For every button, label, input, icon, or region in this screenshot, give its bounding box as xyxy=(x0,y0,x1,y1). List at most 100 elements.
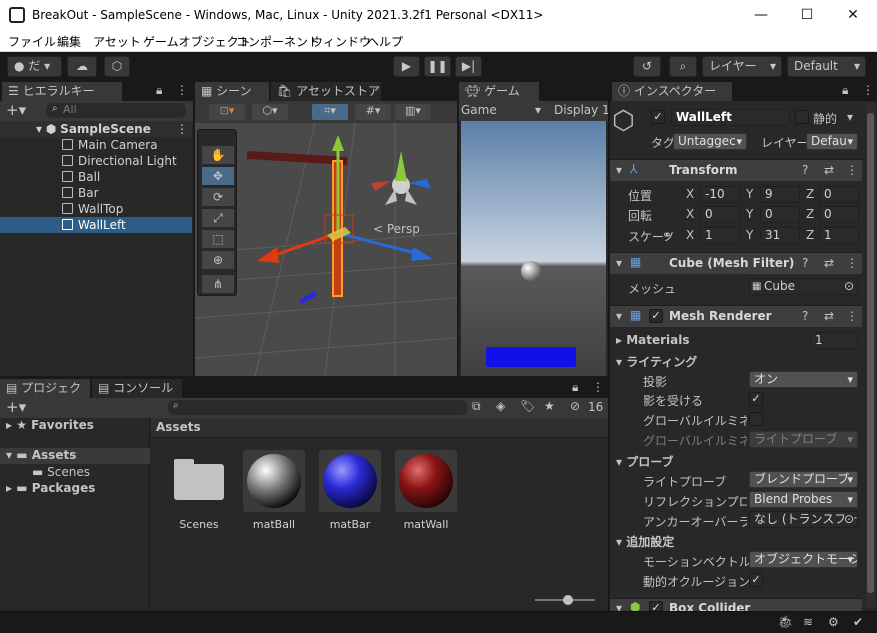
materials-count-field[interactable]: 1 xyxy=(810,332,858,349)
game-view-dropdown[interactable]: Game xyxy=(461,103,497,117)
tab-project[interactable]: ▤ プロジェクト xyxy=(0,379,90,413)
kebab-menu-icon[interactable]: ⋮ xyxy=(176,121,188,137)
chevron-down-icon[interactable]: ▾ xyxy=(847,110,853,124)
preset-icon[interactable]: ⇄ xyxy=(824,256,834,270)
help-icon[interactable]: ? xyxy=(802,309,808,323)
menu-help[interactable]: ヘルプ xyxy=(367,33,403,50)
tag-dropdown[interactable]: Untaggec xyxy=(673,133,747,150)
scale-x-field[interactable]: 1 xyxy=(700,227,740,244)
scale-z-field[interactable]: 1 xyxy=(819,227,859,244)
layout-dropdown[interactable]: Default ▾ xyxy=(787,56,866,77)
motion-vectors-dropdown[interactable]: オブジェクトモーショ xyxy=(749,551,858,568)
hand-tool-icon[interactable]: ✋ xyxy=(202,146,234,164)
render-mode-dropdown[interactable]: ⬡▾ xyxy=(252,104,288,120)
tab-asset-store[interactable]: 🛍︎ アセットストア xyxy=(271,82,381,101)
tree-packages[interactable]: ▸ ▬ Packages xyxy=(6,481,95,495)
box-collider-enabled-checkbox[interactable]: ✓ xyxy=(649,601,663,611)
maximize-button[interactable]: ☐ xyxy=(784,0,830,30)
menu-assets[interactable]: アセット xyxy=(93,33,141,50)
pause-button[interactable]: ❚❚ xyxy=(424,56,451,77)
tab-inspector[interactable]: ⓘ インスペクター xyxy=(612,82,732,101)
move-tool-icon[interactable]: ✥ xyxy=(202,167,234,185)
lighting-foldout[interactable]: ▾ ライティング xyxy=(616,353,697,370)
lock-icon[interactable]: 🔒︎ xyxy=(842,83,848,98)
rotation-z-field[interactable]: 0 xyxy=(819,206,859,223)
help-icon[interactable]: ? xyxy=(802,163,808,177)
probes-foldout[interactable]: ▾ プローブ xyxy=(616,453,673,470)
static-checkbox[interactable] xyxy=(795,110,809,124)
filter-by-type-icon[interactable]: ◈ xyxy=(496,399,505,413)
mesh-renderer-header[interactable]: ▾ ▦ ✓ Mesh Renderer ? ⇄ ⋮ xyxy=(610,305,862,327)
gi-checkbox[interactable] xyxy=(749,412,763,426)
transform-tool-icon[interactable]: ⊕ xyxy=(202,251,234,269)
link-icon[interactable]: ⚭ xyxy=(662,228,672,242)
asset-matbar[interactable]: matBar xyxy=(319,450,381,531)
menu-edit[interactable]: 編集 xyxy=(57,33,81,50)
cast-shadows-dropdown[interactable]: オン xyxy=(749,371,858,388)
gizmos-dropdown[interactable]: ▥▾ xyxy=(395,104,431,120)
cloud-icon[interactable]: ☁ xyxy=(67,56,97,77)
object-picker-icon[interactable]: ⊙ xyxy=(844,279,854,294)
additional-settings-foldout[interactable]: ▾ 追加設定 xyxy=(616,533,674,550)
tab-hierarchy[interactable]: ☰ ヒエラルキー xyxy=(2,82,122,101)
position-y-field[interactable]: 9 xyxy=(760,186,800,203)
tree-favorites[interactable]: ▸ ★ Favorites xyxy=(6,418,146,432)
hierarchy-item-walltop[interactable]: WallTop xyxy=(0,201,192,217)
inspector-scrollbar[interactable] xyxy=(866,103,875,608)
rotation-x-field[interactable]: 0 xyxy=(700,206,740,223)
menu-file[interactable]: ファイル xyxy=(8,33,56,50)
object-name-input[interactable]: WallLeft xyxy=(671,109,790,126)
help-icon[interactable]: ? xyxy=(802,256,808,270)
transform-header[interactable]: ▾ ⅄ Transform ? ⇄ ⋮ xyxy=(610,159,862,181)
display-dropdown[interactable]: Display 1 xyxy=(554,103,610,117)
search-icon[interactable]: ⌕ xyxy=(669,56,697,77)
add-icon[interactable]: +▾ xyxy=(6,101,26,119)
debug-icon[interactable]: ⚙ xyxy=(828,615,839,629)
play-button[interactable]: ▶ xyxy=(393,56,420,77)
layer-dropdown[interactable]: Defau xyxy=(806,133,858,150)
lock-icon[interactable]: 🔒︎ xyxy=(572,380,578,395)
position-z-field[interactable]: 0 xyxy=(819,186,859,203)
reflection-probes-dropdown[interactable]: Blend Probes xyxy=(749,491,858,508)
anchor-override-field[interactable]: なし (トランスフォー⊙ xyxy=(749,511,858,528)
tree-assets[interactable]: ▾ ▬ Assets xyxy=(0,448,150,464)
kebab-menu-icon[interactable]: ⋮ xyxy=(846,163,858,177)
custom-tool-icon[interactable]: ⋔ xyxy=(202,275,234,293)
rect-tool-icon[interactable]: ⬚ xyxy=(202,230,234,248)
tab-console[interactable]: ▤ コンソール xyxy=(92,379,182,398)
mesh-filter-header[interactable]: ▾ ▦ Cube (Mesh Filter) ? ⇄ ⋮ xyxy=(610,252,862,274)
zoom-slider[interactable] xyxy=(535,595,595,605)
collab-icon[interactable]: ⬡ xyxy=(104,56,130,77)
preset-icon[interactable]: ⇄ xyxy=(824,309,834,323)
asset-matwall[interactable]: matWall xyxy=(395,450,457,531)
account-dropdown[interactable]: ● だ ▾ xyxy=(7,56,62,77)
lock-icon[interactable]: 🔒︎ xyxy=(156,83,162,98)
kebab-menu-icon[interactable]: ⋮ xyxy=(846,309,858,323)
object-picker-icon[interactable]: ⊙ xyxy=(844,512,855,527)
menu-window[interactable]: ウィンドウ xyxy=(311,33,371,50)
kebab-menu-icon[interactable]: ⋮ xyxy=(592,380,604,394)
light-probes-dropdown[interactable]: ブレンドプローブ xyxy=(749,471,858,488)
bug-icon[interactable]: 🐞︎ xyxy=(778,615,793,629)
rotate-tool-icon[interactable]: ⟳ xyxy=(202,188,234,206)
position-x-field[interactable]: -10 xyxy=(700,186,740,203)
rotation-y-field[interactable]: 0 xyxy=(760,206,800,223)
dynamic-occlusion-checkbox[interactable]: ✓ xyxy=(749,573,763,587)
zoom-slider-thumb[interactable] xyxy=(563,595,573,605)
asset-matball[interactable]: matBall xyxy=(243,450,305,531)
mesh-object-field[interactable]: ▦ Cube ⊙ xyxy=(749,278,858,295)
asset-scenes[interactable]: Scenes xyxy=(168,450,230,531)
project-search-input[interactable]: ⌕ xyxy=(168,400,468,415)
box-collider-header[interactable]: ▾ ⬢ ✓ Box Collider xyxy=(610,598,862,611)
pivot-dropdown[interactable]: ⌗▾ xyxy=(312,104,348,120)
menu-gameobject[interactable]: ゲームオブジェクト xyxy=(143,33,251,50)
add-icon[interactable]: +▾ xyxy=(6,398,26,416)
draw-mode-dropdown[interactable]: ⊡▾ xyxy=(209,104,245,120)
favorite-icon[interactable]: ★ xyxy=(544,399,555,413)
breadcrumb-assets[interactable]: Assets xyxy=(156,420,201,434)
label-icon[interactable]: 🏷︎ xyxy=(520,399,535,413)
check-circle-icon[interactable]: ✔ xyxy=(853,615,863,629)
step-button[interactable]: ▶| xyxy=(455,56,482,77)
hierarchy-item-bar[interactable]: Bar xyxy=(0,185,192,201)
menu-component[interactable]: コンポーネント xyxy=(236,33,320,50)
